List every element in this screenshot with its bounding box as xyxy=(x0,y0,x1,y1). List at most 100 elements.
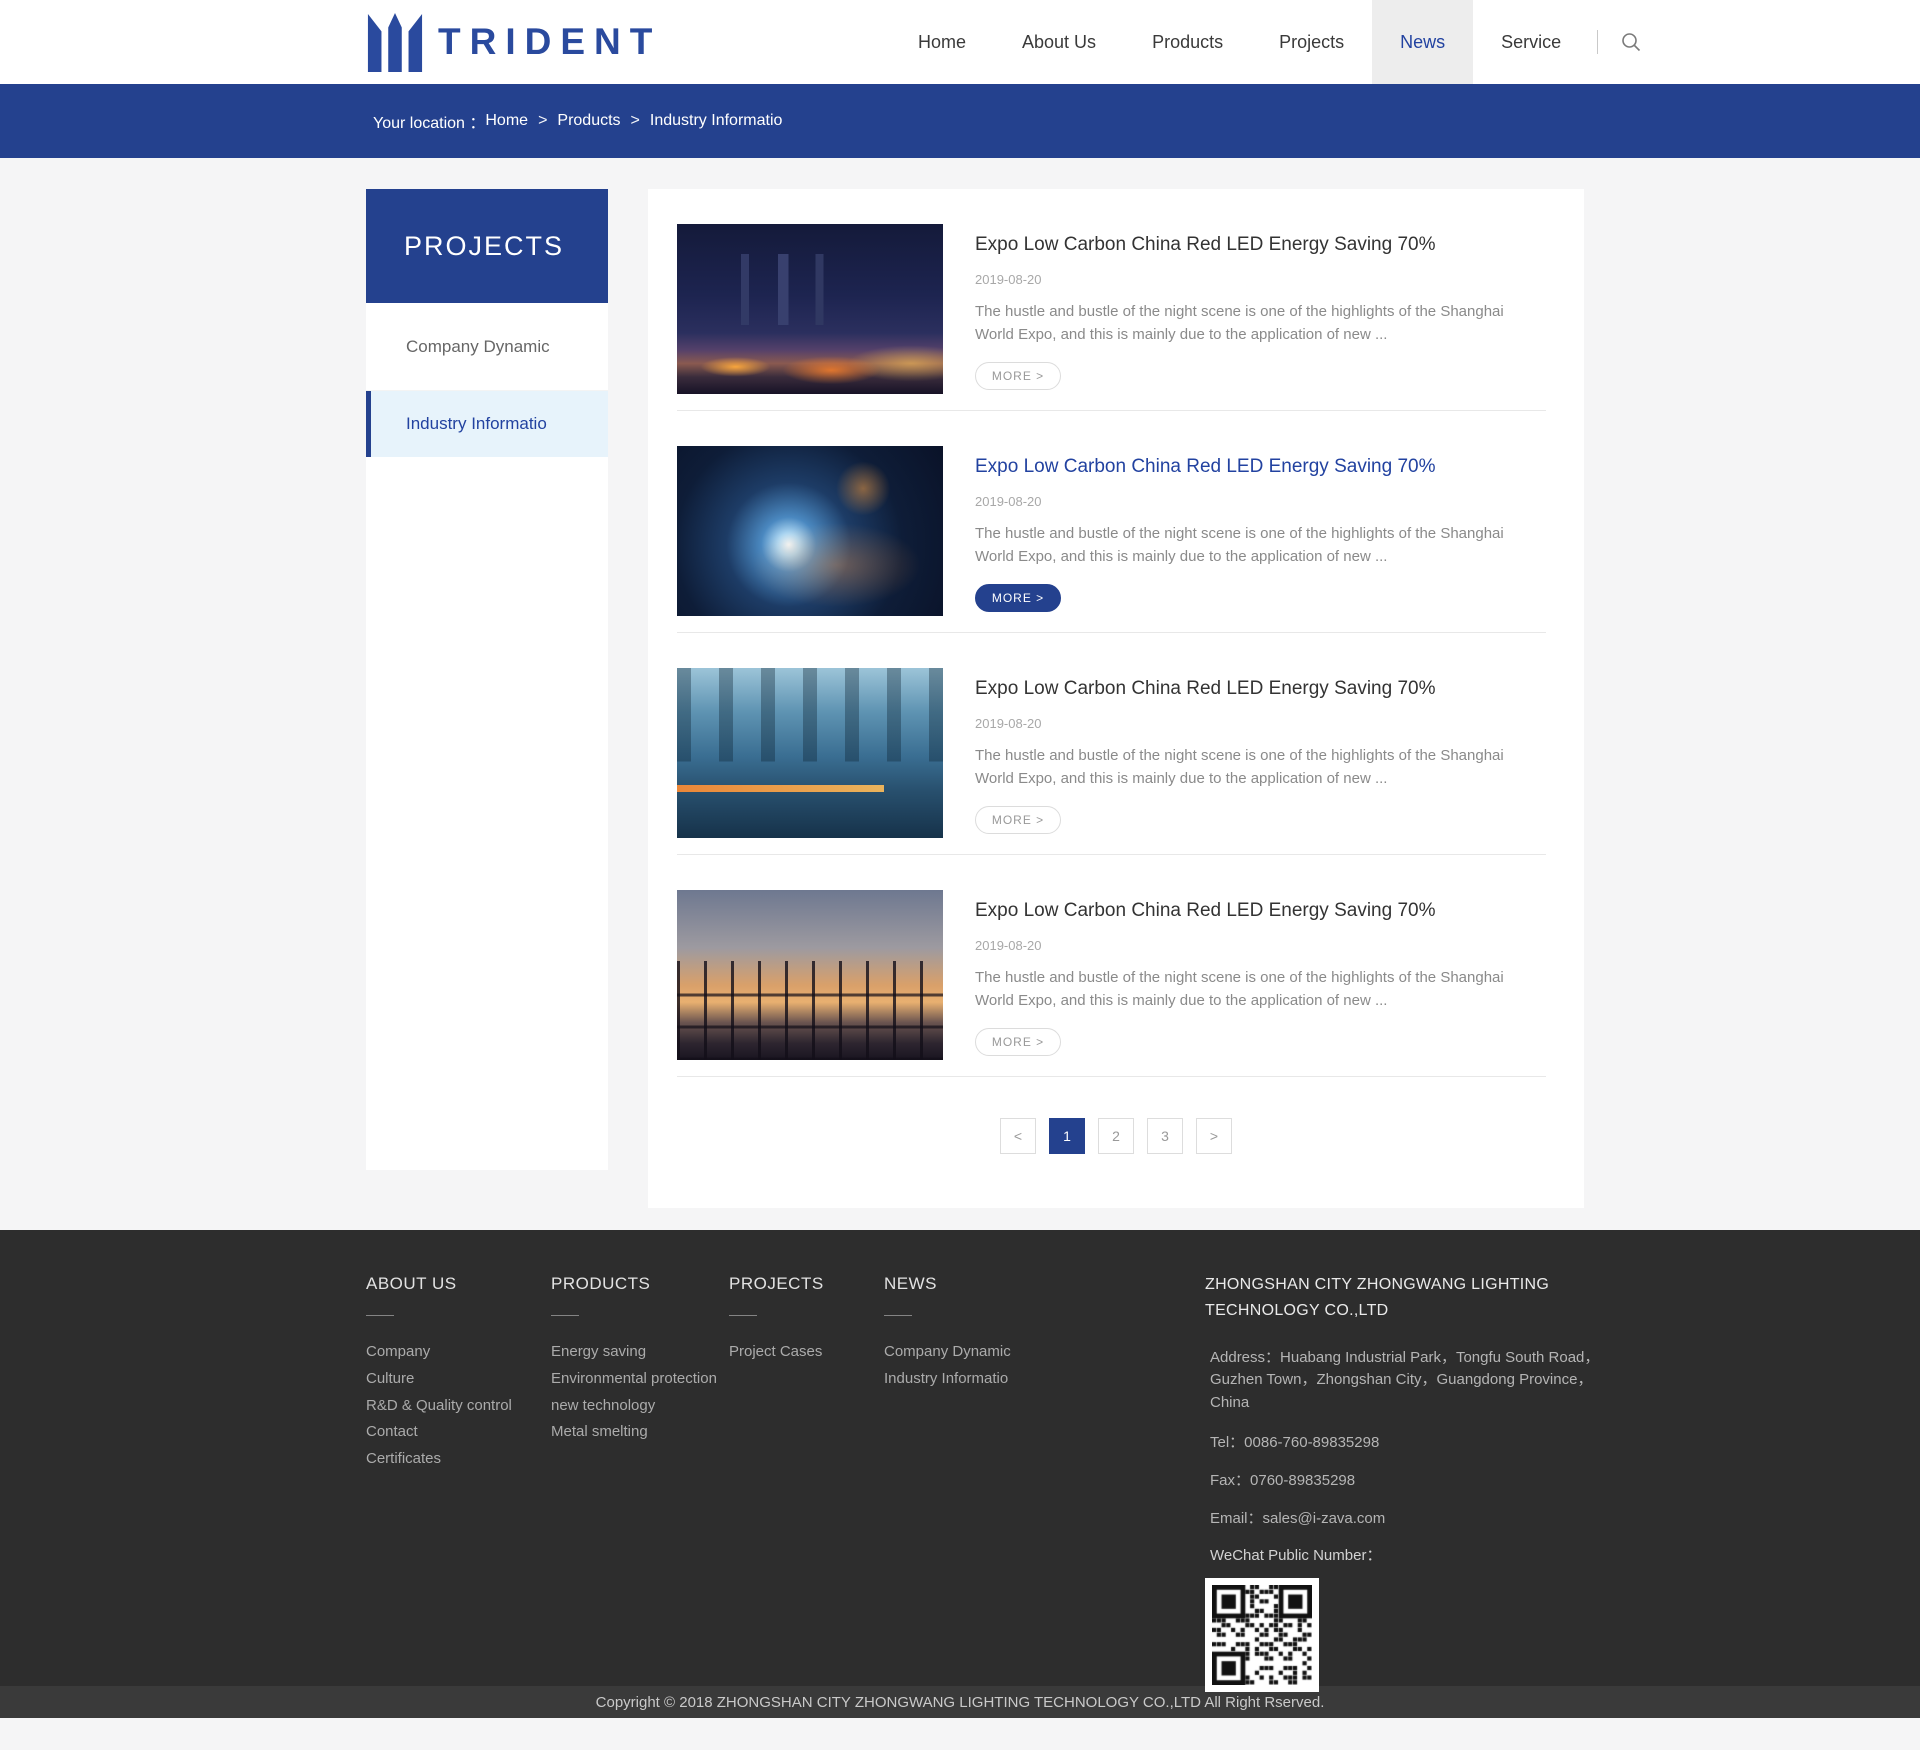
news-item-excerpt: The hustle and bustle of the night scene… xyxy=(975,969,1504,1010)
footer-link-culture[interactable]: Culture xyxy=(366,1370,512,1387)
site-logo[interactable]: TRIDENT xyxy=(366,11,661,73)
nav-item-news[interactable]: News xyxy=(1372,0,1474,84)
news-item-row: Expo Low Carbon China Red LED Energy Sav… xyxy=(677,890,1546,1060)
copyright-bar: Copyright © 2018 ZHONGSHAN CITY ZHONGWAN… xyxy=(0,1686,1920,1718)
footer-links: Company Culture R&D & Quality control Conta… xyxy=(366,1344,512,1467)
footer-links: Company Dynamic Industry Informatio xyxy=(884,1344,1011,1387)
nav-item-projects[interactable]: Projects xyxy=(1251,0,1372,84)
search-icon[interactable] xyxy=(1618,29,1644,55)
footer-link-industry-informatio[interactable]: Industry Informatio xyxy=(884,1370,1011,1387)
company-address: Address：Huabang Industrial Park，Tongfu S… xyxy=(1210,1348,1600,1411)
footer-link-r-d-quality-control[interactable]: R&D & Quality control xyxy=(366,1397,512,1414)
footer-company-info: ZHONGSHAN CITY ZHONGWANG LIGHTING TECHNO… xyxy=(1205,1272,1605,1693)
news-item-info: Expo Low Carbon China Red LED Energy Sav… xyxy=(975,890,1546,1060)
nav-item-about-us[interactable]: About Us xyxy=(994,0,1124,84)
breadcrumb-link-products[interactable]: Products xyxy=(557,112,620,129)
footer-column-title: ABOUT US xyxy=(366,1274,457,1293)
nav-item-home[interactable]: Home xyxy=(890,0,994,84)
news-thumbnail-factory[interactable] xyxy=(677,668,943,838)
news-item: Expo Low Carbon China Red LED Energy Sav… xyxy=(648,855,1584,1077)
company-fax: Fax：0760-89835298 xyxy=(1210,1472,1356,1490)
footer-column-about-us: ABOUT US Company Culture R&D & Quality cont… xyxy=(366,1274,512,1478)
more-button[interactable]: MORE > xyxy=(975,1027,1061,1056)
news-list-panel: Expo Low Carbon China Red LED Energy Sav… xyxy=(648,189,1584,1208)
pagination-page-1[interactable]: 1 xyxy=(1049,1118,1085,1154)
trident-logo-icon xyxy=(366,11,424,73)
more-button[interactable]: MORE > xyxy=(975,583,1061,612)
sidebar-item-company-dynamic[interactable]: Company Dynamic xyxy=(366,303,608,391)
wechat-label: WeChat Public Number： xyxy=(1210,1547,1382,1565)
news-item-date: 2019-08-20 xyxy=(975,938,1042,953)
news-item-info: Expo Low Carbon China Red LED Energy Sav… xyxy=(975,224,1546,394)
more-button[interactable]: MORE > xyxy=(975,361,1061,390)
footer-link-project-cases[interactable]: Project Cases xyxy=(729,1344,824,1360)
news-item-info: Expo Low Carbon China Red LED Energy Sav… xyxy=(975,668,1546,838)
sidebar-title: PROJECTS xyxy=(366,189,608,303)
footer-column-title: NEWS xyxy=(884,1274,937,1293)
footer-column-products: PRODUCTS Energy saving Environmental prote… xyxy=(551,1274,717,1451)
news-item-title[interactable]: Expo Low Carbon China Red LED Energy Sav… xyxy=(975,678,1546,700)
breadcrumb-separator: > xyxy=(630,112,640,129)
pagination-page-3[interactable]: 3 xyxy=(1147,1118,1183,1154)
breadcrumb-separator: > xyxy=(538,112,548,129)
brand-name: TRIDENT xyxy=(438,21,662,62)
breadcrumb: Your location ： Home > Products > Industry I… xyxy=(0,84,1920,158)
pagination-page-2[interactable]: 2 xyxy=(1098,1118,1134,1154)
news-item-excerpt: The hustle and bustle of the night scene… xyxy=(975,303,1504,344)
breadcrumb-link-home[interactable]: Home xyxy=(485,112,528,129)
breadcrumb-prefix: Your location ： xyxy=(373,115,486,132)
footer-link-new-technology[interactable]: new technology xyxy=(551,1397,717,1414)
footer-link-certificates[interactable]: Certificates xyxy=(366,1451,512,1467)
footer-link-metal-smelting[interactable]: Metal smelting xyxy=(551,1424,717,1440)
news-thumbnail-welding[interactable] xyxy=(677,446,943,616)
footer-link-environmental-protection[interactable]: Environmental protection xyxy=(551,1370,717,1387)
footer-column-title: PRODUCTS xyxy=(551,1274,651,1293)
news-item-excerpt: The hustle and bustle of the night scene… xyxy=(975,525,1504,566)
content-area: PROJECTS Company Dynamic Industry Informa… xyxy=(0,158,1920,1230)
sidebar: PROJECTS Company Dynamic Industry Informa… xyxy=(366,189,608,1170)
footer-link-company-dynamic[interactable]: Company Dynamic xyxy=(884,1344,1011,1360)
footer-column-title: PROJECTS xyxy=(729,1274,824,1293)
footer-column-underline xyxy=(884,1315,912,1316)
site-header: TRIDENT Home About Us Products Projects News… xyxy=(0,0,1920,84)
news-item-info: Expo Low Carbon China Red LED Energy Sav… xyxy=(975,446,1546,616)
news-item-title[interactable]: Expo Low Carbon China Red LED Energy Sav… xyxy=(975,900,1546,922)
news-item-title[interactable]: Expo Low Carbon China Red LED Energy Sav… xyxy=(975,456,1546,478)
more-button[interactable]: MORE > xyxy=(975,805,1061,834)
news-item-row: Expo Low Carbon China Red LED Energy Sav… xyxy=(677,668,1546,838)
footer: ABOUT US Company Culture R&D & Quality cont… xyxy=(0,1230,1920,1693)
news-item: Expo Low Carbon China Red LED Energy Sav… xyxy=(648,633,1584,855)
footer-links: Energy saving Environmental protection new… xyxy=(551,1344,717,1440)
news-item-title[interactable]: Expo Low Carbon China Red LED Energy Sav… xyxy=(975,234,1546,256)
footer-column-underline xyxy=(729,1315,757,1316)
pagination-next-button[interactable]: > xyxy=(1196,1118,1232,1154)
copyright-text: Copyright © 2018 ZHONGSHAN CITY ZHONGWAN… xyxy=(595,1693,1325,1711)
pagination: <1 2 3 > xyxy=(648,1077,1584,1154)
footer-link-energy-saving[interactable]: Energy saving xyxy=(551,1344,717,1360)
nav-item-products[interactable]: Products xyxy=(1124,0,1251,84)
footer-column-projects: PROJECTS Project Cases xyxy=(729,1274,824,1371)
news-thumbnail-night-plant[interactable] xyxy=(677,224,943,394)
nav-divider xyxy=(1597,30,1599,54)
news-item: Expo Low Carbon China Red LED Energy Sav… xyxy=(648,189,1584,411)
news-item: Expo Low Carbon China Red LED Energy Sav… xyxy=(648,411,1584,633)
footer-link-contact[interactable]: Contact xyxy=(366,1424,512,1440)
wechat-qr-code-icon xyxy=(1205,1578,1319,1693)
sidebar-item-industry-informatio[interactable]: Industry Informatio xyxy=(366,391,608,457)
footer-link-company[interactable]: Company xyxy=(366,1344,512,1360)
footer-column-news: NEWS Company Dynamic Industry Informatio xyxy=(884,1274,1011,1398)
company-name: ZHONGSHAN CITY ZHONGWANG LIGHTING TECHNO… xyxy=(1205,1276,1550,1320)
nav-item-service[interactable]: Service xyxy=(1473,0,1589,84)
news-item-date: 2019-08-20 xyxy=(975,716,1042,731)
company-email: Email：sales@i-zava.com xyxy=(1210,1510,1386,1528)
footer-links: Project Cases xyxy=(729,1344,824,1360)
news-item-date: 2019-08-20 xyxy=(975,494,1042,509)
company-tel: Tel：0086-760-89835298 xyxy=(1210,1434,1380,1452)
breadcrumb-link-industry-informatio[interactable]: Industry Informatio xyxy=(650,112,783,129)
footer-column-underline xyxy=(551,1315,579,1316)
footer-column-underline xyxy=(366,1315,394,1316)
news-item-row: Expo Low Carbon China Red LED Energy Sav… xyxy=(677,224,1546,394)
news-thumbnail-construction[interactable] xyxy=(677,890,943,1060)
pagination-prev-button[interactable]: < xyxy=(1000,1118,1036,1154)
news-item-date: 2019-08-20 xyxy=(975,272,1042,287)
